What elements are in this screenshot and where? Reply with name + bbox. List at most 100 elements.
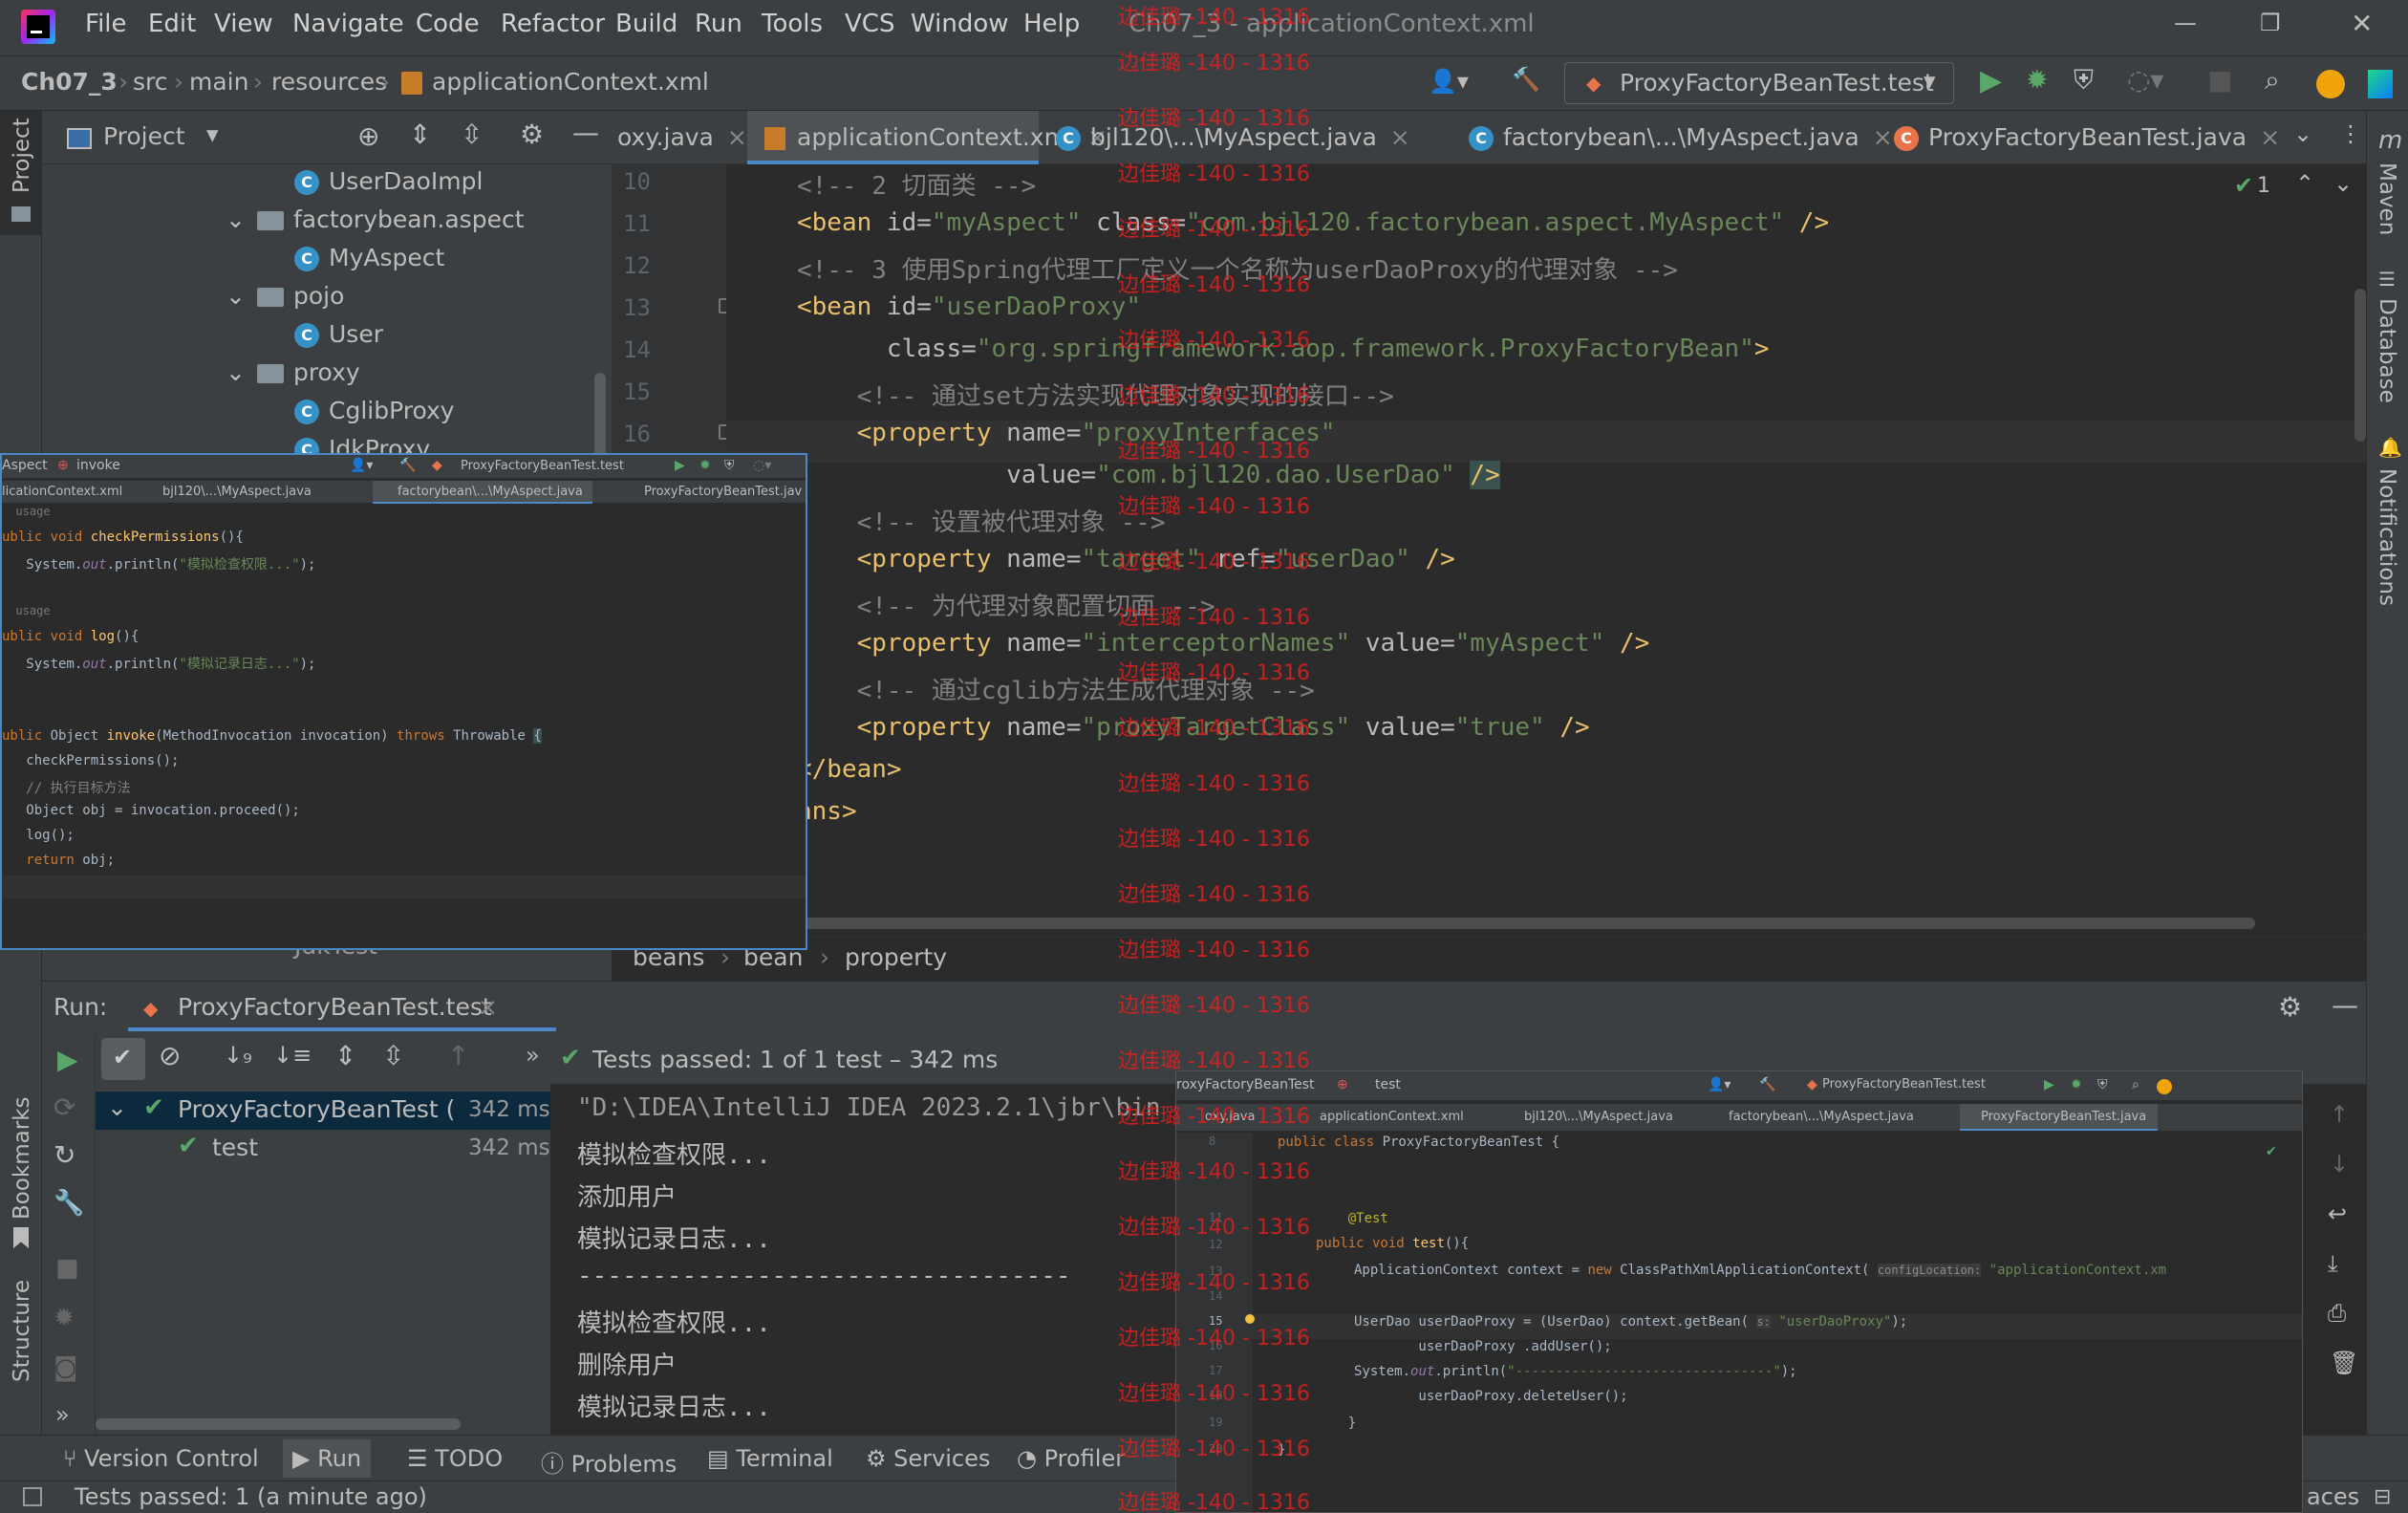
menu-vcs[interactable]: VCS [845, 10, 894, 38]
sort-duration-icon[interactable]: ↓≡ [273, 1042, 312, 1069]
chevron-up-icon[interactable]: ⌃ [2295, 170, 2314, 197]
collapse-all-icon[interactable]: ⇳ [382, 1040, 404, 1071]
tool-terminal[interactable]: ▤ Terminal [707, 1445, 833, 1472]
tool-profiler[interactable]: ◔ Profiler [1017, 1445, 1125, 1472]
run-tab-label[interactable]: ProxyFactoryBeanTest.test [178, 993, 492, 1021]
chevron-down-icon[interactable]: ⌄ [2293, 120, 2312, 147]
toggle-auto-test-icon[interactable]: ↻ [54, 1139, 75, 1171]
tree-item[interactable]: C User [294, 320, 383, 348]
tree-item[interactable]: ⌄ factorybean.aspect [226, 205, 525, 233]
rerun-icon[interactable]: ▶ [57, 1044, 78, 1075]
tool-structure[interactable]: Structure [10, 1280, 34, 1382]
menu-view[interactable]: View [214, 10, 273, 38]
locate-icon[interactable]: ⊕ [357, 120, 379, 152]
breadcrumb-src[interactable]: src [133, 68, 168, 96]
arrow-up-icon[interactable]: ↑ [2330, 1101, 2349, 1128]
more-actions-icon[interactable]: » [55, 1401, 70, 1428]
tool-project[interactable]: Project [10, 118, 34, 193]
tool-services[interactable]: ⚙ Services [866, 1445, 990, 1472]
rerun-failed-icon[interactable]: ⟳ [54, 1092, 75, 1123]
tree-item[interactable]: C UserDaoImpl [294, 167, 483, 195]
menu-code[interactable]: Code [416, 10, 480, 38]
gear-icon[interactable]: ⚙ [520, 119, 544, 150]
close-icon[interactable]: × [727, 123, 747, 151]
soft-wrap-icon[interactable]: ↩ [2328, 1200, 2347, 1227]
menu-tools[interactable]: Tools [762, 10, 823, 38]
tree-item[interactable]: C CglibProxy [294, 397, 455, 424]
close-icon[interactable]: × [1873, 123, 1893, 151]
tab-applicationcontext-xml[interactable]: applicationContext.xml × [747, 111, 1107, 164]
tab-proxy-java[interactable]: oxy.java × [612, 111, 747, 164]
wrench-icon[interactable]: 🔧 [54, 1189, 84, 1218]
tool-version-control[interactable]: ⑂ Version Control [63, 1445, 259, 1472]
restore-icon[interactable]: ❐ [2260, 10, 2281, 36]
menu-build[interactable]: Build [615, 10, 677, 38]
expand-all-icon[interactable]: ⇕ [409, 119, 431, 150]
tool-run[interactable]: ▶ Run [283, 1439, 372, 1478]
toggle-panels-icon[interactable] [23, 1487, 42, 1506]
stop-icon[interactable]: ■ [2207, 64, 2232, 96]
debug-icon[interactable]: ✹ [54, 1304, 75, 1332]
expand-all-icon[interactable]: ⇕ [334, 1040, 356, 1071]
menu-navigate[interactable]: Navigate [292, 10, 404, 38]
update-icon[interactable] [2316, 70, 2345, 98]
tool-todo[interactable]: ☰ TODO [407, 1445, 503, 1472]
menu-window[interactable]: Window [911, 10, 1009, 38]
trash-icon[interactable]: 🗑 [2330, 1350, 2358, 1376]
gear-icon[interactable]: ⚙ [2278, 991, 2302, 1023]
stop-icon[interactable]: ■ [55, 1254, 79, 1283]
chevron-down-icon[interactable]: ▾ [206, 120, 219, 148]
coverage-icon[interactable]: ⛨ [2074, 64, 2094, 97]
tab-factorybean-myaspect[interactable]: Cfactorybean\...\MyAspect.java × [1469, 111, 1893, 164]
chevron-down-icon[interactable]: ⌄ [2333, 170, 2353, 197]
close-icon[interactable]: × [1390, 123, 1410, 151]
breadcrumb-resources[interactable]: resources [271, 68, 387, 96]
menu-help[interactable]: Help [1023, 10, 1080, 38]
tree-item[interactable]: ⌄ proxy [226, 358, 360, 386]
search-icon[interactable]: ⌕ [2265, 64, 2280, 97]
chevron-down-icon[interactable]: ⌄ [107, 1093, 127, 1121]
tree-item[interactable]: ⌄ pojo [226, 282, 344, 310]
show-ignored-icon[interactable]: ⊘ [159, 1040, 181, 1071]
hide-panel-icon[interactable]: — [2332, 989, 2358, 1021]
build-hammer-icon[interactable]: 🔨 [1512, 66, 1540, 93]
editor-horizontal-scrollbar[interactable] [726, 918, 2255, 929]
menu-file[interactable]: File [85, 10, 127, 38]
run-icon[interactable]: ▶ [1980, 64, 2002, 97]
code-editor[interactable]: <!-- 2 切面类 --> <bean id="myAspect" class… [726, 164, 2366, 929]
tool-bookmarks[interactable]: Bookmarks [10, 1097, 34, 1221]
tool-problems[interactable]: ⓘ Problems [541, 1445, 677, 1479]
camera-icon[interactable]: ◙ [54, 1353, 77, 1382]
profile-icon[interactable]: ◌▾ [2127, 64, 2164, 96]
scroll-to-end-icon[interactable]: ⤓ [2328, 1250, 2338, 1277]
close-icon[interactable]: × [478, 993, 498, 1021]
tool-maven[interactable]: Maven [2375, 162, 2399, 235]
project-panel-title[interactable]: Project [103, 122, 185, 150]
user-icon[interactable]: 👤▾ [1429, 68, 1469, 95]
lock-icon[interactable]: ⊟ [2374, 1485, 2391, 1509]
more-actions-icon[interactable]: » [526, 1042, 540, 1069]
sort-alpha-icon[interactable]: ↓₉ [224, 1042, 252, 1069]
menu-edit[interactable]: Edit [148, 10, 196, 38]
jetbrains-ai-icon[interactable] [2368, 70, 2393, 98]
close-icon[interactable]: ✕ [2351, 8, 2373, 39]
collapse-all-icon[interactable]: ⇳ [461, 119, 483, 150]
arrow-down-icon[interactable]: ↓ [2330, 1151, 2349, 1178]
editor-vertical-scrollbar[interactable] [2354, 289, 2366, 442]
breadcrumb-main[interactable]: main [189, 68, 248, 96]
tab-proxyfactorybeantest[interactable]: C ProxyFactoryBeanTest.java × [1894, 111, 2305, 164]
menu-run[interactable]: Run [695, 10, 742, 38]
previous-failed-icon[interactable]: ↑ [447, 1040, 469, 1071]
menu-refactor[interactable]: Refactor [501, 10, 605, 38]
run-config-select[interactable]: ◆ ProxyFactoryBeanTest.test ▾ [1564, 62, 1954, 104]
minimize-icon[interactable]: — [2174, 10, 2197, 36]
close-icon[interactable]: × [2260, 123, 2280, 151]
tool-notifications[interactable]: Notifications [2375, 468, 2399, 606]
breadcrumb-file[interactable]: applicationContext.xml [432, 68, 709, 96]
test-suite-label[interactable]: ProxyFactoryBeanTest (cor [178, 1095, 455, 1123]
breadcrumb-project[interactable]: Ch07_3 [21, 68, 118, 96]
hide-panel-icon[interactable]: — [572, 117, 599, 148]
tree-item[interactable]: C MyAspect [294, 244, 444, 271]
crumb-property[interactable]: property [845, 943, 947, 971]
test-case-label[interactable]: test [212, 1134, 258, 1161]
